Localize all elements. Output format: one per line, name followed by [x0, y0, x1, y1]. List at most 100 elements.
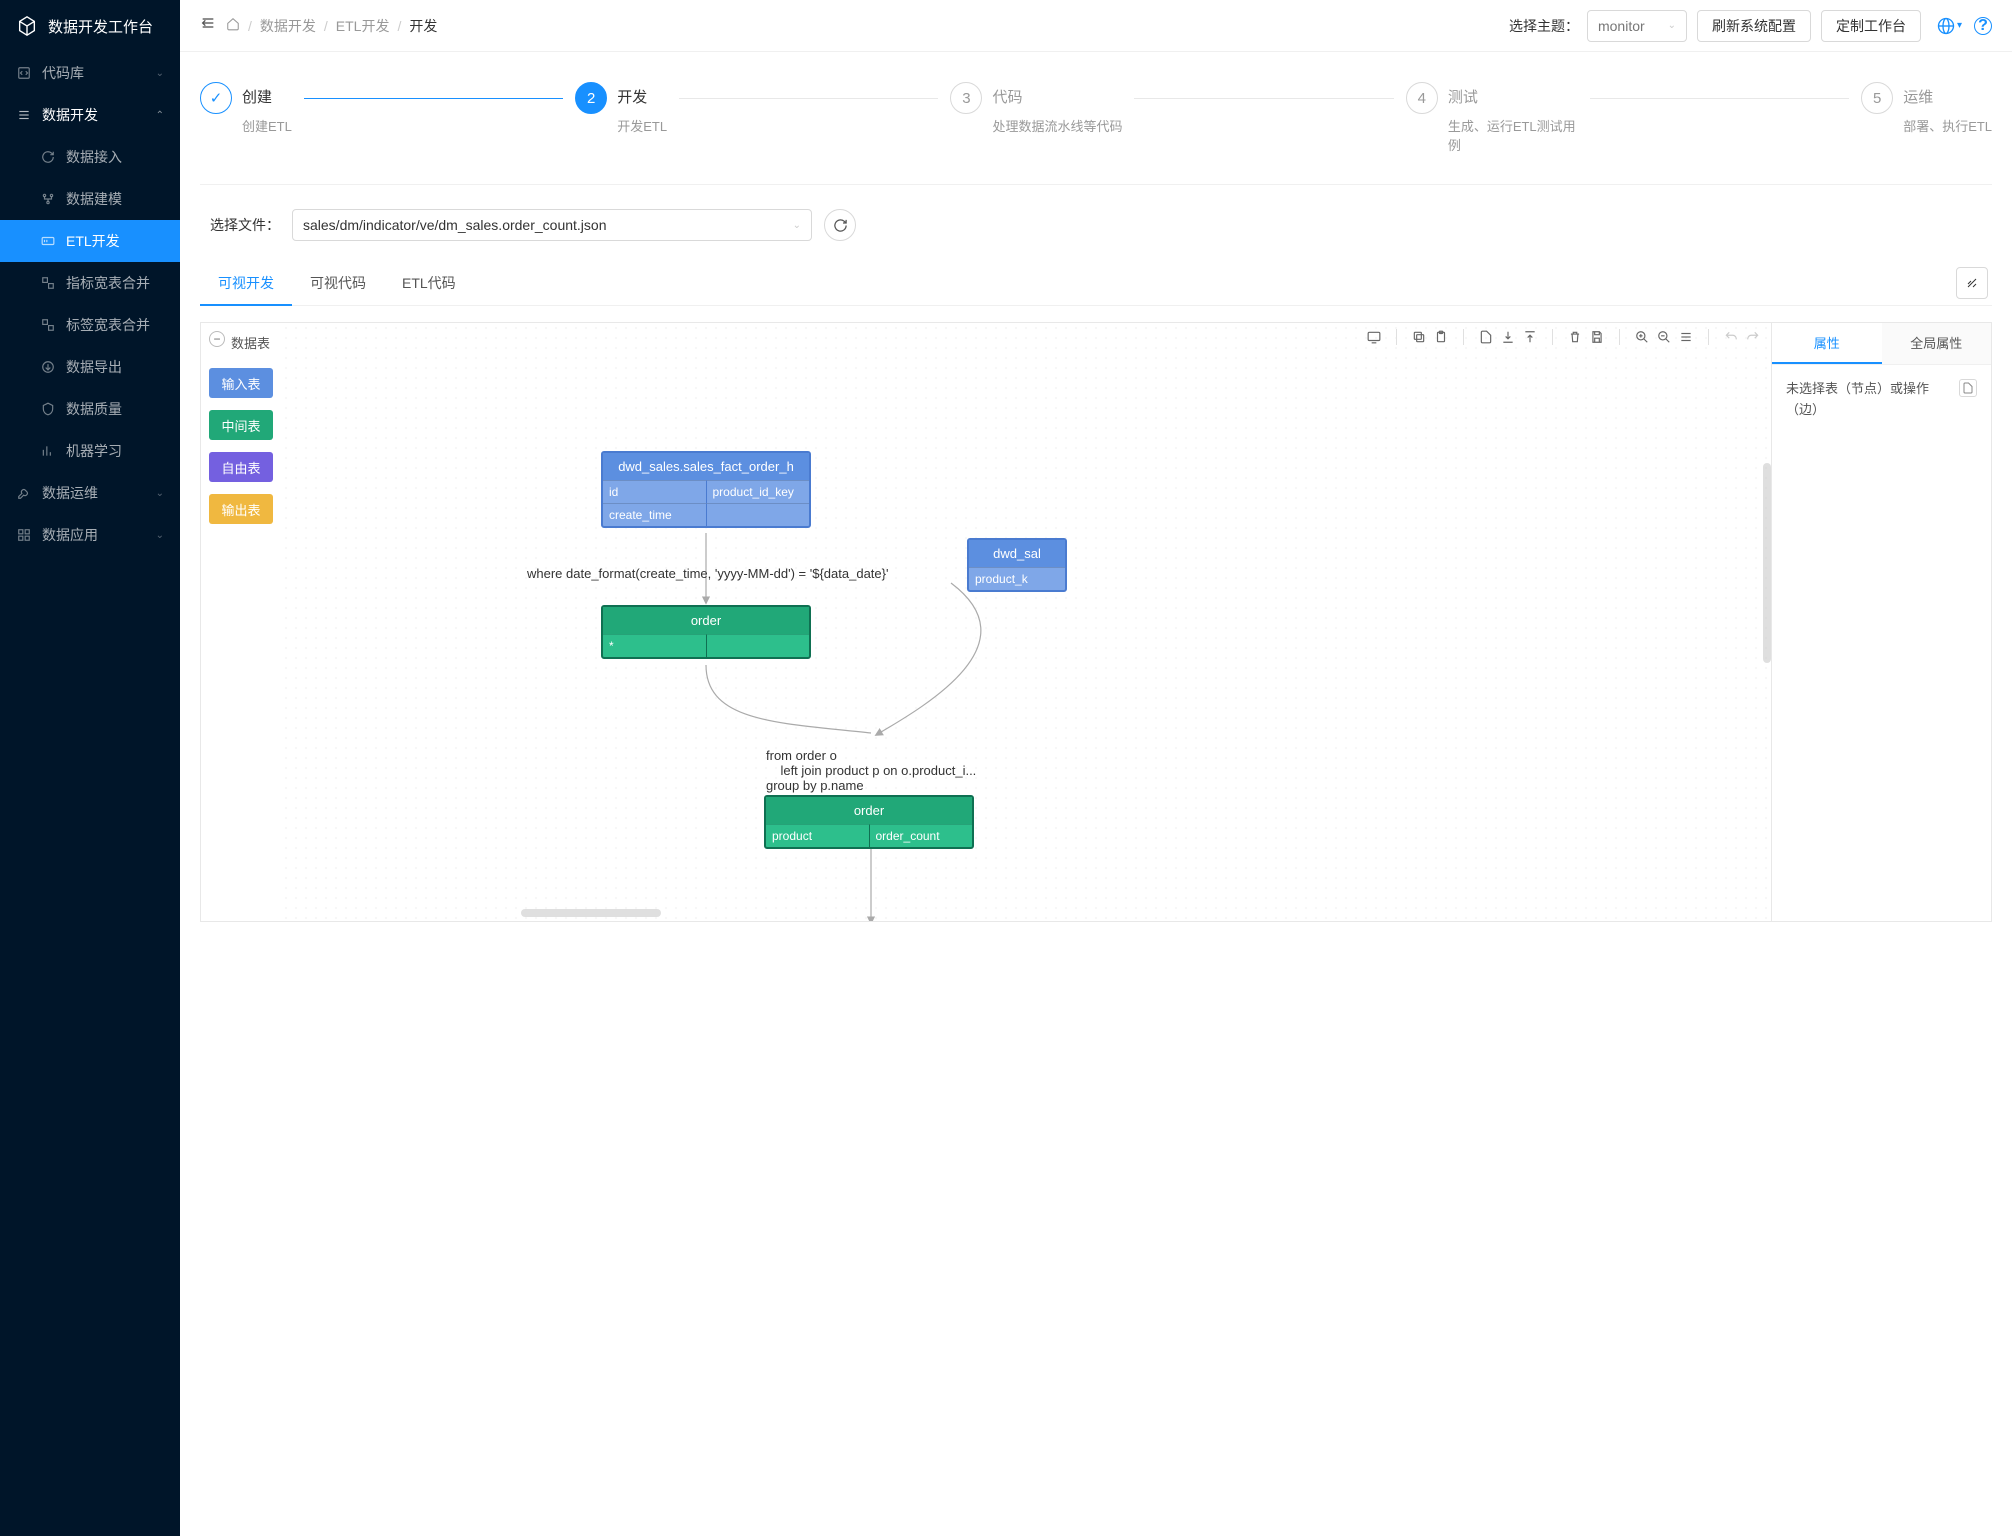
download-icon[interactable]	[1500, 329, 1516, 345]
palette-free-table[interactable]: 自由表	[209, 452, 273, 482]
palette-input-table[interactable]: 输入表	[209, 368, 273, 398]
export-icon	[40, 359, 56, 375]
redo-icon[interactable]	[1745, 329, 1761, 345]
customize-button[interactable]: 定制工作台	[1821, 10, 1921, 42]
properties-panel: 属性 全局属性 未选择表（节点）或操作（边）	[1771, 323, 1991, 921]
fit-icon[interactable]	[1678, 329, 1694, 345]
canvas-toolbar	[1366, 329, 1761, 345]
logo-icon	[16, 15, 38, 37]
merge-icon	[40, 317, 56, 333]
sidebar-item-etl-dev[interactable]: ETL开发	[0, 220, 180, 262]
sidebar-item-code-repo[interactable]: 代码库 ⌄	[0, 52, 180, 94]
step-test[interactable]: 4 测试 生成、运行ETL测试用例	[1406, 82, 1578, 154]
sidebar-item-data-model[interactable]: 数据建模	[0, 178, 180, 220]
chevron-down-icon: ⌄	[156, 530, 164, 541]
dev-tabs: 可视开发 可视代码 ETL代码	[200, 261, 1992, 306]
help-button[interactable]: ?	[1974, 17, 1992, 35]
file-selector-row: 选择文件： sales/dm/indicator/ve/dm_sales.ord…	[200, 209, 1992, 241]
grid-icon	[16, 527, 32, 543]
breadcrumb-home[interactable]	[226, 17, 240, 34]
breadcrumb-current: 开发	[409, 16, 437, 36]
canvas-edges	[281, 323, 1771, 921]
sidebar-menu: 代码库 ⌄ 数据开发 ⌃ 数据接入 数据建模 ETL开发	[0, 52, 180, 1536]
file-label: 选择文件：	[210, 215, 280, 235]
palette-title: 数据表	[231, 333, 273, 352]
chart-icon	[40, 443, 56, 459]
chevron-up-icon: ⌃	[156, 110, 164, 121]
tab-visual-dev[interactable]: 可视开发	[200, 261, 292, 305]
properties-tabs: 属性 全局属性	[1772, 323, 1991, 365]
node-palette: − 数据表 输入表 中间表 自由表 输出表	[201, 323, 281, 921]
palette-output-table[interactable]: 输出表	[209, 494, 273, 524]
upload-icon[interactable]	[1522, 329, 1538, 345]
paste-icon[interactable]	[1433, 329, 1449, 345]
app-title: 数据开发工作台	[48, 16, 153, 37]
palette-collapse[interactable]: −	[209, 331, 225, 347]
canvas: − 数据表 输入表 中间表 自由表 输出表	[200, 322, 1992, 922]
file-icon[interactable]	[1478, 329, 1494, 345]
tab-etl-code[interactable]: ETL代码	[384, 261, 474, 305]
step-create[interactable]: ✓ 创建 创建ETL	[200, 82, 292, 135]
file-select[interactable]: sales/dm/indicator/ve/dm_sales.order_cou…	[292, 209, 812, 241]
save-icon[interactable]	[1589, 329, 1605, 345]
content: ✓ 创建 创建ETL 2 开发 开发ETL 3	[180, 52, 2012, 1536]
zoom-out-icon[interactable]	[1656, 329, 1672, 345]
sidebar-item-data-export[interactable]: 数据导出	[0, 346, 180, 388]
list-icon	[16, 107, 32, 123]
sidebar-item-indicator-merge[interactable]: 指标宽表合并	[0, 262, 180, 304]
canvas-viewport[interactable]: dwd_sales.sales_fact_order_h id product_…	[281, 323, 1771, 921]
sidebar-item-tag-merge[interactable]: 标签宽表合并	[0, 304, 180, 346]
step-code[interactable]: 3 代码 处理数据流水线等代码	[950, 82, 1122, 135]
tab-visual-code[interactable]: 可视代码	[292, 261, 384, 305]
breadcrumb: / 数据开发 / ETL开发 / 开发	[226, 16, 437, 36]
sidebar-collapse-button[interactable]	[200, 15, 216, 36]
breadcrumb-item[interactable]: 数据开发	[260, 16, 316, 36]
edge-label[interactable]: where date_format(create_time, 'yyyy-MM-…	[527, 566, 888, 581]
node-input-table-2[interactable]: dwd_sal product_k	[967, 538, 1067, 592]
model-icon	[40, 191, 56, 207]
check-icon: ✓	[200, 82, 232, 114]
node-mid-table[interactable]: order *	[601, 605, 811, 659]
code-icon	[16, 65, 32, 81]
chevron-down-icon: ⌄	[156, 68, 164, 79]
topbar: / 数据开发 / ETL开发 / 开发 选择主题： monitor ⌄ 刷新系统…	[180, 0, 2012, 52]
vertical-scrollbar[interactable]	[1763, 463, 1771, 663]
ptab-attributes[interactable]: 属性	[1772, 323, 1882, 364]
node-mid-table-2[interactable]: order product order_count	[764, 795, 974, 849]
node-input-table[interactable]: dwd_sales.sales_fact_order_h id product_…	[601, 451, 811, 528]
copy-icon[interactable]	[1411, 329, 1427, 345]
horizontal-scrollbar[interactable]	[521, 909, 661, 917]
zoom-in-icon[interactable]	[1634, 329, 1650, 345]
properties-doc-icon[interactable]	[1959, 379, 1977, 397]
sidebar-item-data-ops[interactable]: 数据运维 ⌄	[0, 472, 180, 514]
chevron-down-icon: ⌄	[793, 220, 801, 231]
etl-icon	[40, 233, 56, 249]
sidebar-item-data-access[interactable]: 数据接入	[0, 136, 180, 178]
theme-select[interactable]: monitor ⌄	[1587, 10, 1687, 42]
sidebar-item-ml[interactable]: 机器学习	[0, 430, 180, 472]
delete-icon[interactable]	[1567, 329, 1583, 345]
step-ops[interactable]: 5 运维 部署、执行ETL	[1861, 82, 1992, 135]
step-develop[interactable]: 2 开发 开发ETL	[575, 82, 667, 135]
breadcrumb-item[interactable]: ETL开发	[336, 16, 390, 36]
sync-icon	[40, 149, 56, 165]
refresh-config-button[interactable]: 刷新系统配置	[1697, 10, 1811, 42]
edge-label[interactable]: from order o left join product p on o.pr…	[766, 748, 976, 793]
language-switch[interactable]: ▾	[1937, 17, 1962, 35]
chevron-down-icon: ⌄	[1668, 20, 1676, 31]
app-logo: 数据开发工作台	[0, 0, 180, 52]
undo-icon[interactable]	[1723, 329, 1739, 345]
main: / 数据开发 / ETL开发 / 开发 选择主题： monitor ⌄ 刷新系统…	[180, 0, 2012, 1536]
sidebar-item-data-app[interactable]: 数据应用 ⌄	[0, 514, 180, 556]
sidebar-item-data-dev[interactable]: 数据开发 ⌃	[0, 94, 180, 136]
steps: ✓ 创建 创建ETL 2 开发 开发ETL 3	[200, 82, 1992, 154]
wrench-icon	[16, 485, 32, 501]
display-icon[interactable]	[1366, 329, 1382, 345]
sidebar: 数据开发工作台 代码库 ⌄ 数据开发 ⌃ 数据接入 数据建模	[0, 0, 180, 1536]
ptab-global[interactable]: 全局属性	[1882, 323, 1992, 364]
sidebar-item-data-quality[interactable]: 数据质量	[0, 388, 180, 430]
theme-label: 选择主题：	[1509, 16, 1579, 36]
fullscreen-button[interactable]	[1956, 267, 1988, 299]
palette-mid-table[interactable]: 中间表	[209, 410, 273, 440]
reload-button[interactable]	[824, 209, 856, 241]
